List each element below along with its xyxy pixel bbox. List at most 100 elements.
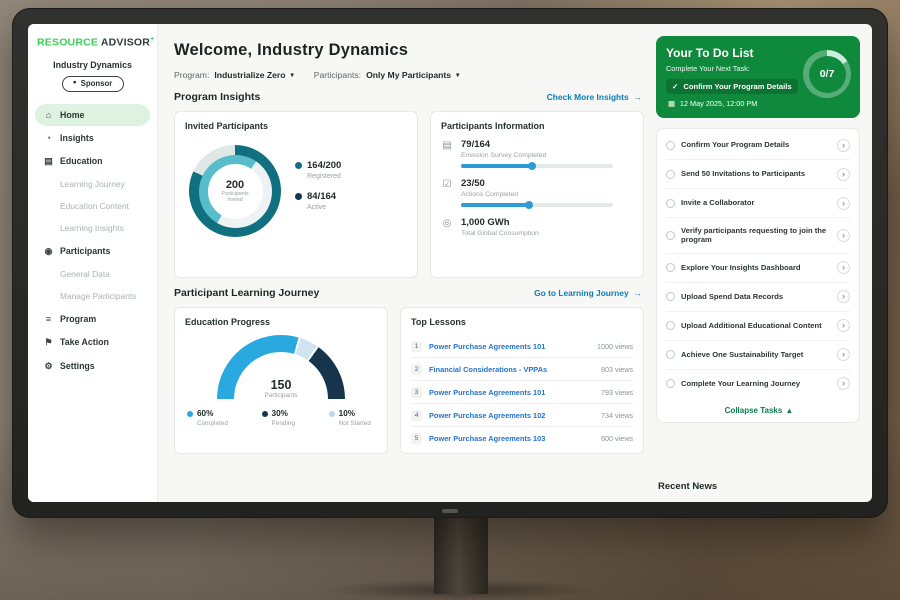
pending-dot	[262, 411, 268, 417]
card-title: Participants Information	[441, 121, 633, 131]
lesson-link[interactable]: Power Purchase Agreements 101	[429, 342, 590, 351]
task-row-7[interactable]: Upload Additional Educational Content ›	[666, 312, 850, 341]
chevron-right-icon[interactable]: ›	[837, 168, 850, 181]
sidebar-item-take-action[interactable]: ⚑ Take Action	[35, 331, 150, 354]
sidebar-item-education-content[interactable]: Education Content	[35, 196, 150, 217]
sidebar-item-label: Learning Insights	[60, 223, 124, 233]
task-checkbox[interactable]	[666, 170, 675, 179]
lesson-views: 1000 views	[597, 342, 633, 351]
task-label: Upload Additional Educational Content	[681, 321, 831, 331]
program-select[interactable]: Industrialize Zero ▾	[214, 70, 293, 80]
sponsor-badge-label: Sponsor	[81, 79, 113, 88]
task-checkbox[interactable]	[666, 350, 675, 359]
task-label: Complete Your Learning Journey	[681, 379, 831, 389]
actions-icon: ☑	[441, 178, 453, 207]
task-checkbox[interactable]	[666, 263, 675, 272]
todo-progress-ring: 0/7	[803, 50, 851, 98]
dashboard-screen: RESOURCE ADVISOR+ Industry Dynamics ● Sp…	[28, 24, 872, 502]
sidebar-item-settings[interactable]: ⚙ Settings	[35, 355, 150, 378]
go-to-learning-journey-link[interactable]: Go to Learning Journey →	[534, 288, 642, 298]
lesson-row: 1 Power Purchase Agreements 101 1000 vie…	[411, 335, 633, 358]
sidebar-item-home[interactable]: ⌂ Home	[35, 104, 150, 126]
card-title: Education Progress	[185, 317, 377, 327]
legend-label: Active	[307, 204, 341, 211]
sidebar-item-education[interactable]: ▤ Education	[35, 150, 150, 173]
lesson-link[interactable]: Power Purchase Agreements 102	[429, 411, 594, 420]
progress-bar	[461, 164, 613, 168]
lesson-row: 5 Power Purchase Agreements 103 600 view…	[411, 427, 633, 449]
task-row-5[interactable]: Explore Your Insights Dashboard ›	[666, 254, 850, 283]
calendar-icon: ▦	[668, 99, 675, 108]
consumption-icon: ◎	[441, 217, 453, 242]
education-icon: ▤	[43, 156, 54, 167]
filters-bar: Program: Industrialize Zero ▾ Participan…	[174, 70, 644, 80]
check-icon: ✓	[672, 82, 678, 91]
home-icon: ⌂	[43, 110, 54, 120]
lesson-row: 4 Power Purchase Agreements 102 734 view…	[411, 404, 633, 427]
progress-bar-fill	[461, 164, 534, 168]
learning-journey-header: Participant Learning Journey Go to Learn…	[174, 287, 642, 299]
chevron-right-icon[interactable]: ›	[837, 139, 850, 152]
sidebar-item-insights[interactable]: ◔ Insights	[35, 127, 150, 149]
task-checkbox[interactable]	[666, 141, 675, 150]
task-row-3[interactable]: Invite a Collaborator ›	[666, 189, 850, 218]
top-lessons-card: Top Lessons 1 Power Purchase Agreements …	[400, 307, 644, 454]
chevron-right-icon[interactable]: ›	[837, 229, 850, 242]
sidebar-item-manage-participants[interactable]: Manage Participants	[35, 286, 150, 307]
recent-news-heading: Recent News	[656, 471, 860, 494]
stat-label: Emission Survey Completed	[461, 152, 613, 159]
sidebar-item-participants[interactable]: ◉ Participants	[35, 240, 150, 263]
background: RESOURCE ADVISOR+ Industry Dynamics ● Sp…	[0, 0, 900, 600]
sidebar-item-learning-insights[interactable]: Learning Insights	[35, 218, 150, 239]
chevron-right-icon[interactable]: ›	[837, 377, 850, 390]
arrow-right-icon: →	[634, 288, 642, 298]
check-more-insights-link[interactable]: Check More Insights →	[547, 92, 642, 102]
todo-due-label: 12 May 2025, 12:00 PM	[680, 99, 757, 108]
sidebar-item-general-data[interactable]: General Data	[35, 264, 150, 285]
task-row-4[interactable]: Verify participants requesting to join t…	[666, 218, 850, 254]
task-label: Upload Spend Data Records	[681, 292, 831, 302]
gauge-center-value: 150	[217, 378, 345, 392]
task-checkbox[interactable]	[666, 321, 675, 330]
lesson-row: 3 Power Purchase Agreements 101 793 view…	[411, 381, 633, 404]
lesson-link[interactable]: Power Purchase Agreements 103	[429, 434, 594, 443]
chevron-right-icon[interactable]: ›	[837, 197, 850, 210]
legend-item: 84/164 Active	[295, 191, 341, 211]
chevron-right-icon[interactable]: ›	[837, 348, 850, 361]
chevron-right-icon[interactable]: ›	[837, 319, 850, 332]
take-action-icon: ⚑	[43, 337, 54, 348]
sponsor-badge[interactable]: ● Sponsor	[62, 76, 124, 92]
chevron-right-icon[interactable]: ›	[837, 261, 850, 274]
task-row-2[interactable]: Send 50 Invitations to Participants ›	[666, 160, 850, 189]
sidebar-item-learning-journey[interactable]: Learning Journey	[35, 174, 150, 195]
task-checkbox[interactable]	[666, 231, 675, 240]
chevron-up-icon: ▴	[787, 406, 791, 415]
task-row-6[interactable]: Upload Spend Data Records ›	[666, 283, 850, 312]
task-row-1[interactable]: Confirm Your Program Details ›	[666, 131, 850, 160]
task-checkbox[interactable]	[666, 379, 675, 388]
education-progress-card: Education Progress 150 Participants	[174, 307, 388, 454]
program-insights-header: Program Insights Check More Insights →	[174, 91, 642, 103]
lesson-link[interactable]: Financial Considerations - VPPAs	[429, 365, 594, 374]
task-checkbox[interactable]	[666, 199, 675, 208]
todo-next-task[interactable]: ✓ Confirm Your Program Details	[666, 79, 798, 94]
lesson-link[interactable]: Power Purchase Agreements 101	[429, 388, 594, 397]
section-title: Program Insights	[174, 91, 260, 103]
chevron-right-icon[interactable]: ›	[837, 290, 850, 303]
task-row-9[interactable]: Complete Your Learning Journey ›	[666, 370, 850, 398]
sidebar-item-label: Manage Participants	[60, 291, 136, 301]
survey-icon: ▤	[441, 139, 453, 168]
card-title: Invited Participants	[185, 121, 407, 131]
active-dot	[295, 193, 302, 200]
todo-summary-card: Your To Do List Complete Your Next Task:…	[656, 36, 860, 118]
not-started-dot	[329, 411, 335, 417]
stat-value: 23/50	[461, 178, 613, 189]
task-checkbox[interactable]	[666, 292, 675, 301]
participants-select[interactable]: Only My Participants ▾	[366, 70, 459, 80]
invited-participants-donut-inner: 200 Participants Invited	[199, 155, 272, 228]
collapse-tasks-link[interactable]: Collapse Tasks ▴	[666, 398, 850, 422]
monitor-bezel: RESOURCE ADVISOR+ Industry Dynamics ● Sp…	[12, 8, 888, 518]
task-row-8[interactable]: Achieve One Sustainability Target ›	[666, 341, 850, 370]
sidebar-item-program[interactable]: ≡ Program	[35, 308, 150, 330]
lesson-views: 803 views	[601, 365, 633, 374]
